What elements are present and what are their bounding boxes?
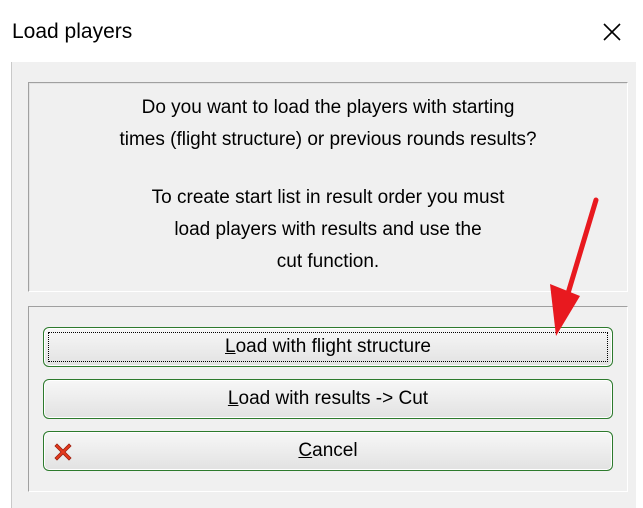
close-button[interactable] xyxy=(592,14,632,50)
load-players-dialog: Load players Do you want to load the pla… xyxy=(0,0,643,508)
message-line: times (flight structure) or previous rou… xyxy=(119,129,537,150)
message-line: load players with results and use the xyxy=(174,219,482,240)
mnemonic-letter: L xyxy=(225,336,236,357)
mnemonic-letter: L xyxy=(227,388,239,409)
window-title: Load players xyxy=(12,20,133,43)
message-line: Do you want to load the players with sta… xyxy=(141,97,515,118)
button-label: Load with flight structure xyxy=(44,328,612,366)
dialog-client-area: Do you want to load the players with sta… xyxy=(11,62,636,508)
mnemonic-letter: C xyxy=(298,440,313,461)
message-line: cut function. xyxy=(276,251,380,272)
title-bar: Load players xyxy=(0,0,643,62)
button-panel: Load with flight structure Load with res… xyxy=(28,306,628,492)
cancel-button[interactable]: Cancel xyxy=(43,431,613,471)
close-icon xyxy=(603,23,621,41)
button-label-text: oad with results -> Cut xyxy=(238,388,429,409)
message-line: To create start list in result order you… xyxy=(151,187,505,208)
button-label: Load with results -> Cut xyxy=(44,380,612,418)
button-label-text: oad with flight structure xyxy=(235,336,431,357)
button-label: Cancel xyxy=(44,432,612,470)
button-label-text: ancel xyxy=(312,440,358,461)
load-with-flight-structure-button[interactable]: Load with flight structure xyxy=(43,327,613,367)
load-with-results-cut-button[interactable]: Load with results -> Cut xyxy=(43,379,613,419)
message-panel: Do you want to load the players with sta… xyxy=(28,82,628,292)
